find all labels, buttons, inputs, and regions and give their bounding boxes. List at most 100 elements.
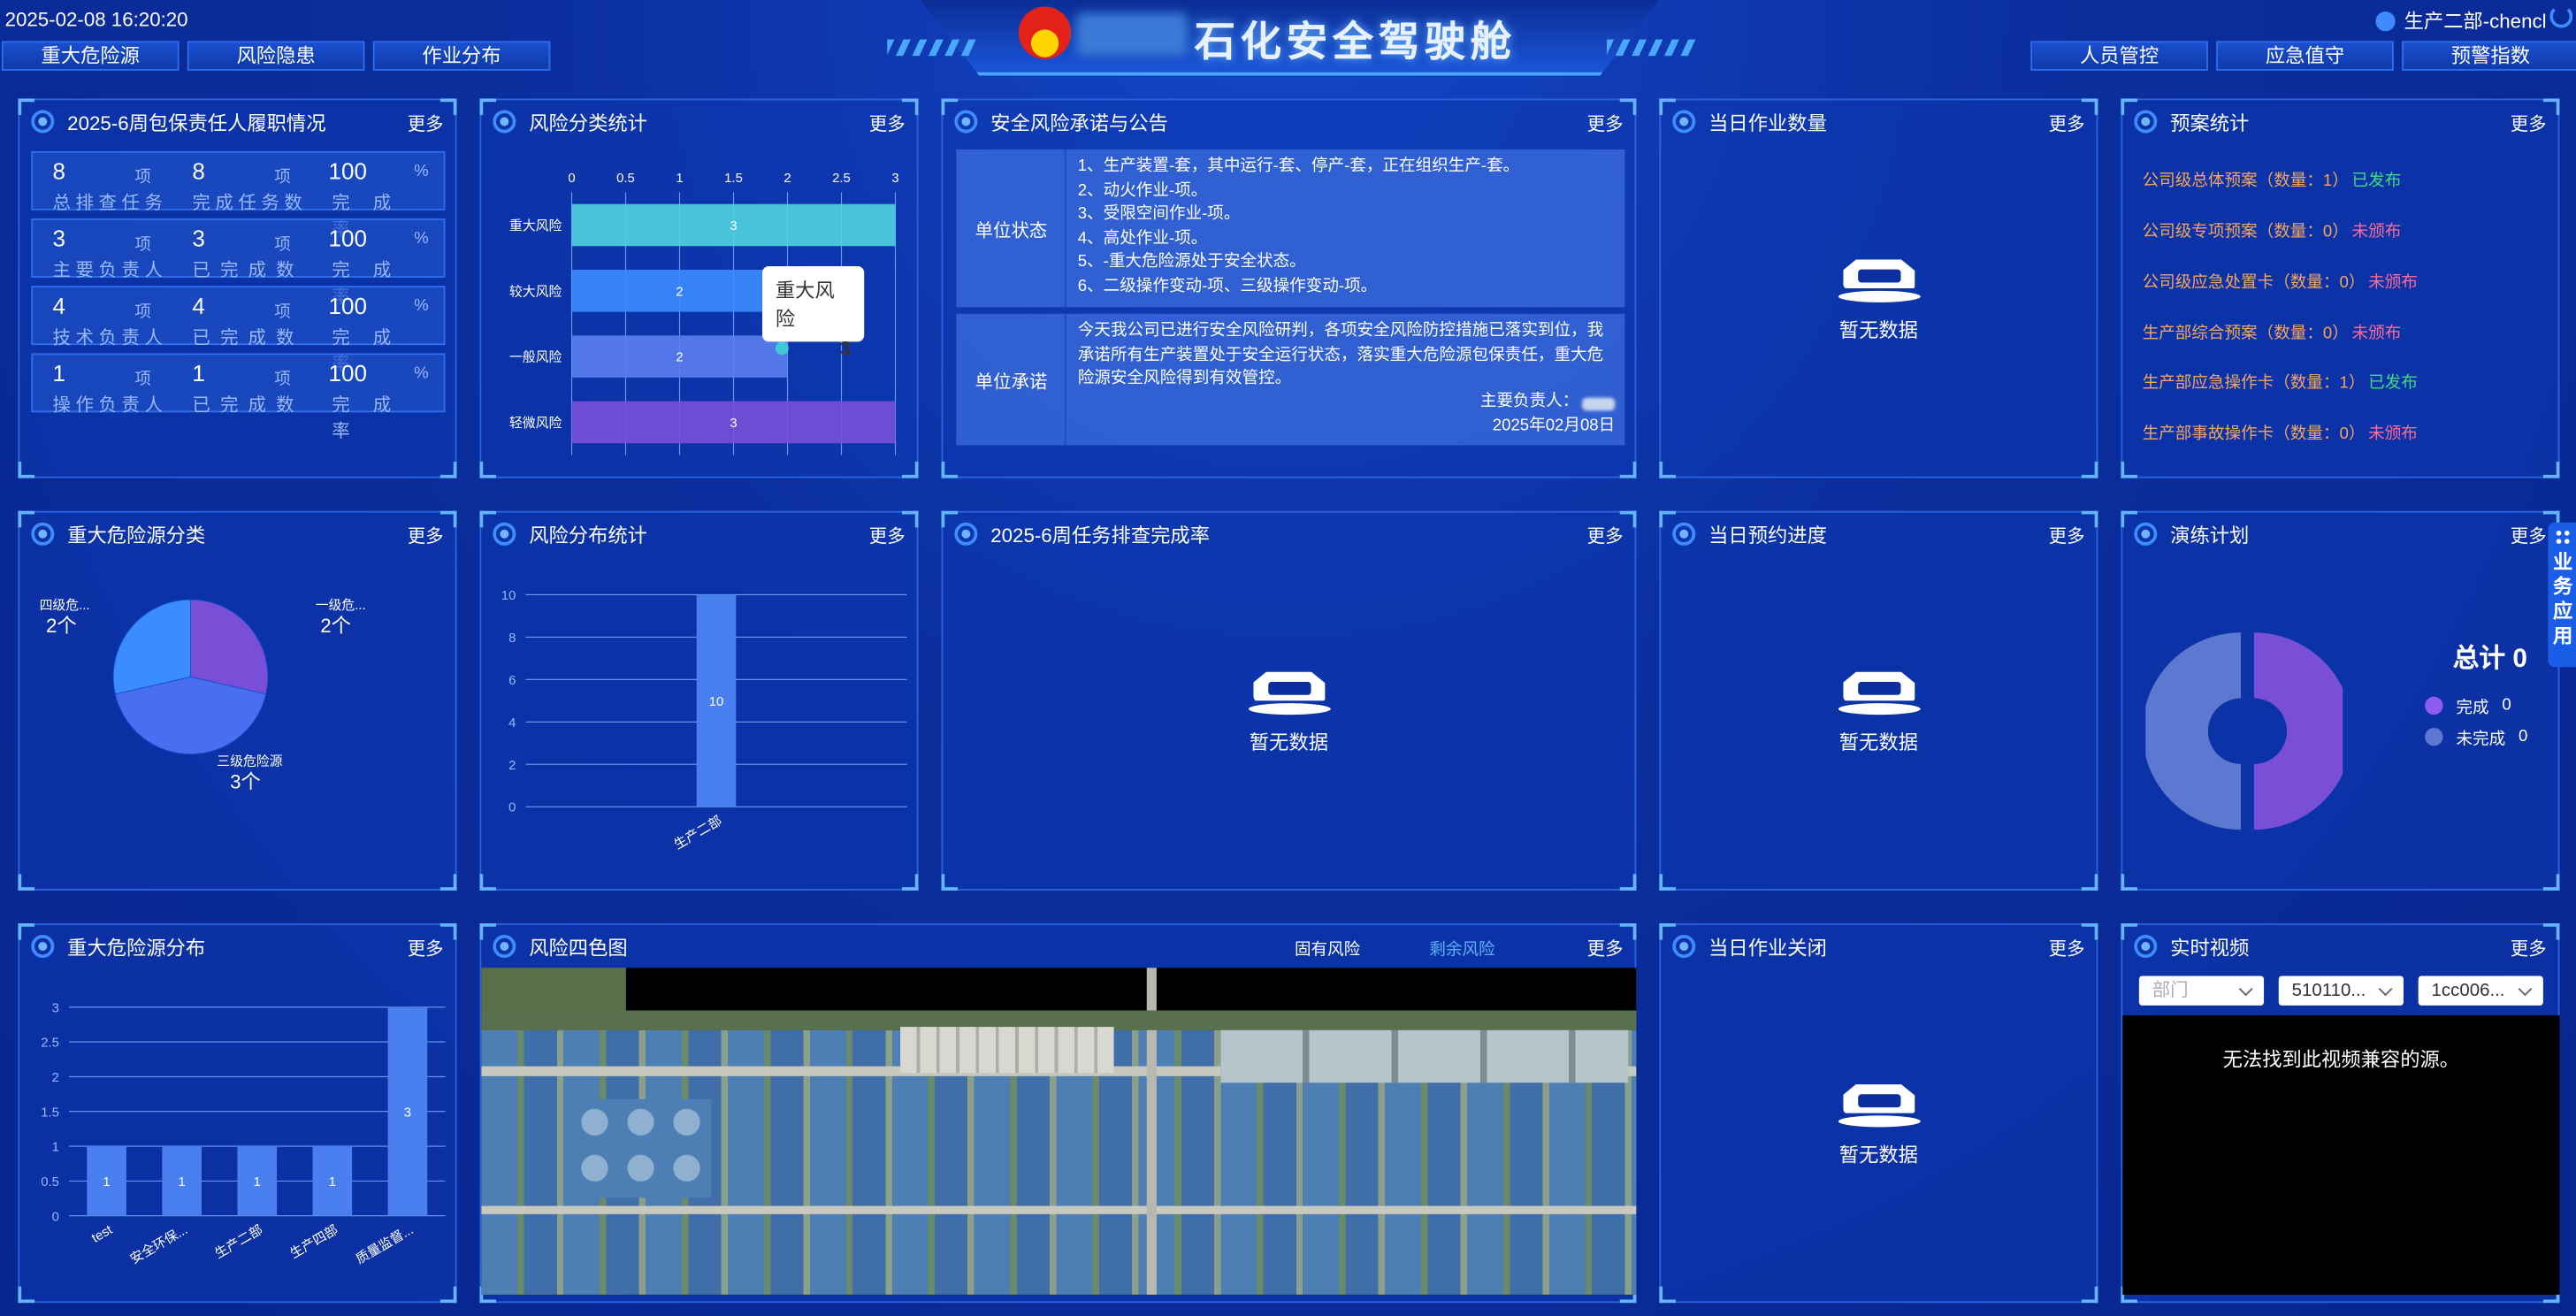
hazard-class-panel: 重大危险源分类 更多 一级危... 2个 三级危险源 3个 四级危... 2个	[18, 510, 457, 891]
channel-select[interactable]: 1cc006...	[2418, 976, 2543, 1006]
data-label: 1	[329, 1175, 336, 1190]
drill-donut	[2145, 632, 2343, 830]
plan-item[interactable]: 生产部事故操作卡（数量：0） 未颁布	[2143, 419, 2418, 443]
status-lines: 1、生产装置-套，其中运行-套、停产-套，正在组织生产-套。 2、动火作业-项。…	[1077, 157, 1520, 295]
empty-box-icon	[1247, 664, 1330, 716]
more-link[interactable]: 更多	[869, 523, 906, 549]
risk-dist-chart: 0 2 4 6 8 10 10 生产二部	[501, 589, 907, 853]
tick-label: 2.5	[41, 1037, 59, 1051]
category-label: 生产二部	[212, 1222, 265, 1262]
panel-title: 重大危险源分布	[67, 935, 206, 959]
panel-title: 2025-6周包保责任人履职情况	[67, 111, 326, 134]
data-label: 2	[676, 285, 683, 299]
empty-state: 暂无数据	[1837, 252, 1920, 342]
more-link[interactable]: 更多	[1587, 935, 1624, 961]
nav-risk-hazard[interactable]: 风险隐患	[187, 41, 365, 71]
tick-label: 8	[508, 631, 516, 646]
more-link[interactable]: 更多	[1587, 523, 1624, 549]
video-player[interactable]: 无法找到此视频兼容的源。	[2122, 1015, 2560, 1295]
tick-label: 1	[52, 1141, 59, 1155]
category-label: test	[89, 1222, 115, 1245]
panel-icon	[493, 935, 516, 959]
risk-dist-panel: 风险分布统计 更多 0 2 4 6 8 10 10 生产二部	[479, 510, 919, 891]
drill-legend-incomplete[interactable]: 未完成 0	[2425, 724, 2527, 749]
redacted-principal	[1582, 397, 1616, 411]
tick-label: 3	[52, 1001, 59, 1015]
panel-title: 预案统计	[2170, 111, 2250, 134]
tick-label: 0	[52, 1210, 59, 1224]
more-link[interactable]: 更多	[1587, 110, 1624, 136]
video-error-message: 无法找到此视频兼容的源。	[2222, 1048, 2460, 1072]
decoration	[1606, 39, 1698, 57]
plan-item[interactable]: 公司级总体预案（数量：1） 已发布	[2143, 166, 2402, 190]
data-label: 10	[709, 695, 724, 709]
slice-label: 三级危险源	[217, 754, 282, 769]
category-label: 轻微风险	[509, 416, 562, 431]
hazard-class-pie: 一级危... 2个三级危险源 3个 四级危... 2个	[40, 598, 366, 792]
more-link[interactable]: 更多	[408, 935, 444, 961]
panel-icon	[1672, 522, 1696, 546]
business-apps-tab[interactable]: 业务应用	[2548, 522, 2576, 668]
duty-row: 1项 1项 100% 操作负责人 已完成数 完成率	[31, 353, 446, 442]
tick-label: 1.5	[41, 1106, 59, 1120]
drill-legend-complete[interactable]: 完成 0	[2425, 693, 2511, 718]
slice-label: 一级危...	[316, 598, 366, 613]
panel-icon	[954, 110, 978, 134]
more-link[interactable]: 更多	[2511, 110, 2547, 136]
category-label: 一般风险	[509, 350, 562, 365]
panel-title: 2025-6周任务排查完成率	[990, 523, 1211, 547]
data-label: 1	[179, 1175, 186, 1190]
plan-item[interactable]: 公司级专项预案（数量：0） 未颁布	[2143, 217, 2402, 241]
status-block: 单位状态 1、生产装置-套，其中运行-套、停产-套，正在组织生产-套。 2、动火…	[956, 149, 1625, 308]
user-info[interactable]: 生产二部-chencl	[2375, 6, 2547, 34]
tick-label: 6	[508, 674, 516, 688]
panel-icon	[2134, 522, 2158, 546]
nav-work-distribution[interactable]: 作业分布	[372, 41, 551, 71]
task-rate-panel: 2025-6周任务排查完成率 更多 暂无数据	[941, 510, 1637, 891]
nav-warning-index[interactable]: 预警指数	[2402, 41, 2576, 71]
power-icon[interactable]	[2549, 4, 2573, 28]
duty-panel: 2025-6周包保责任人履职情况 更多 8项 8项 100% 总排查任务 完成任务…	[18, 98, 457, 478]
category-label: 重大风险	[509, 218, 562, 233]
plan-item[interactable]: 生产部应急操作卡（数量：1） 已发布	[2143, 368, 2418, 393]
nav-personnel[interactable]: 人员管控	[2030, 41, 2208, 71]
empty-box-icon	[1837, 252, 1920, 304]
device-select[interactable]: 510110...	[2278, 976, 2404, 1006]
slice-value: 2个	[320, 615, 351, 637]
risk-map-image[interactable]	[481, 968, 1637, 1295]
user-name: 生产二部-chencl	[2404, 10, 2547, 34]
risk-class-panel: 风险分类统计 更多 0 0.5 1 1.5 2 2.5 3 3 重大风险 2 较大风险 2 一般风险 3 轻…	[479, 98, 919, 478]
panel-icon	[31, 110, 55, 134]
tick-label: 1	[676, 172, 683, 186]
tick-label: 0.5	[616, 172, 635, 186]
data-label: 1	[103, 1175, 110, 1190]
tick-label: 0	[508, 801, 516, 815]
more-link[interactable]: 更多	[408, 110, 444, 136]
panel-icon	[954, 522, 978, 546]
more-link[interactable]: 更多	[2049, 523, 2085, 549]
more-link[interactable]: 更多	[869, 110, 906, 136]
panel-icon	[2134, 935, 2158, 959]
plan-item[interactable]: 生产部综合预案（数量：0） 未颁布	[2143, 318, 2402, 343]
more-link[interactable]: 更多	[2511, 523, 2547, 549]
department-select[interactable]: 部门	[2138, 976, 2265, 1006]
panel-title: 安全风险承诺与公告	[990, 111, 1168, 134]
tab-residual-risk[interactable]: 剩余风险	[1429, 935, 1494, 959]
more-link[interactable]: 更多	[408, 523, 444, 549]
page-title: 石化安全驾驶舱	[1194, 19, 1517, 66]
principal-label: 主要负责人：	[1479, 392, 1579, 411]
empty-box-icon	[1837, 664, 1920, 716]
work-close-panel: 当日作业关闭 更多 暂无数据	[1659, 923, 2098, 1304]
panel-icon	[493, 110, 516, 134]
tick-label: 0.5	[41, 1175, 59, 1190]
pie-slice	[112, 599, 191, 695]
more-link[interactable]: 更多	[2049, 935, 2085, 961]
panel-title: 当日作业数量	[1708, 111, 1827, 134]
plan-item[interactable]: 公司级应急处置卡（数量：0） 未颁布	[2143, 268, 2418, 292]
panel-title: 当日预约进度	[1708, 523, 1827, 547]
nav-emergency-duty[interactable]: 应急值守	[2216, 41, 2394, 71]
tab-fixed-risk[interactable]: 固有风险	[1295, 935, 1360, 959]
nav-major-hazard[interactable]: 重大危险源	[1, 41, 180, 71]
more-link[interactable]: 更多	[2049, 110, 2085, 136]
more-link[interactable]: 更多	[2511, 935, 2547, 961]
